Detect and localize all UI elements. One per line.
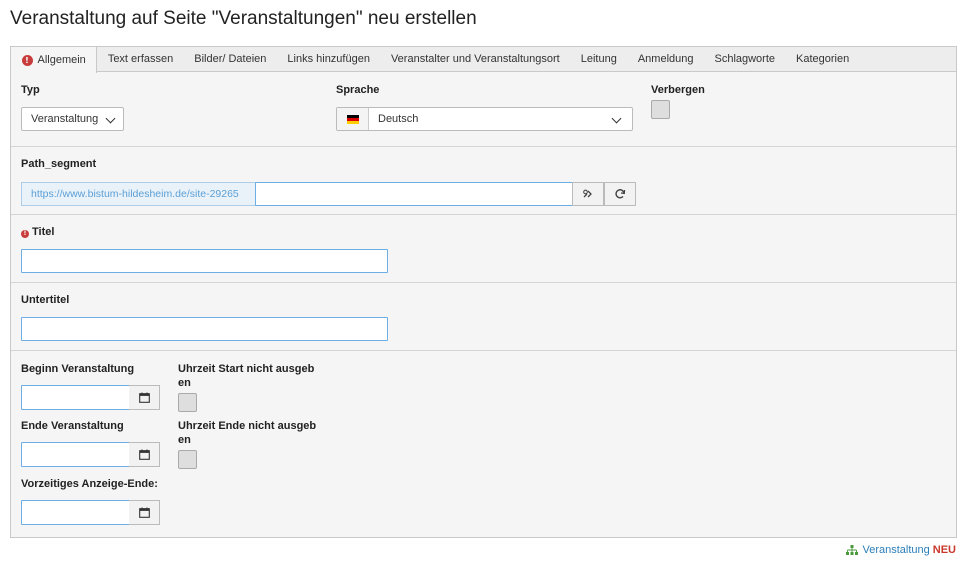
tab-bilder-dateien[interactable]: Bilder/ Dateien	[184, 47, 277, 72]
tab-veranstalter-ort[interactable]: Veranstalter und Veranstaltungsort	[380, 47, 570, 72]
section-general: Typ Veranstaltung Sprache Deutsch Verber…	[11, 73, 956, 147]
edit-link-icon	[583, 189, 592, 198]
anzeige-ende-label: Vorzeitiges Anzeige-Ende:	[21, 478, 158, 490]
beginn-input[interactable]	[21, 385, 130, 410]
beginn-calendar-button[interactable]	[129, 385, 160, 410]
chevron-down-icon	[611, 113, 622, 124]
tab-leitung[interactable]: Leitung	[570, 47, 627, 72]
sprache-label: Sprache	[336, 84, 380, 96]
calendar-icon	[138, 507, 150, 518]
uhrzeit-start-label-line1: Uhrzeit Start nicht ausgeb	[178, 363, 315, 375]
verbergen-label: Verbergen	[651, 84, 705, 96]
uhrzeit-start-label: Uhrzeit Start nicht ausgeb en	[178, 363, 314, 389]
titel-label: ! Titel	[21, 226, 54, 238]
beginn-label: Beginn Veranstaltung	[21, 363, 135, 375]
typ-label: Typ	[21, 84, 40, 96]
anzeige-ende-calendar-button[interactable]	[129, 500, 160, 525]
sitemap-icon	[846, 544, 859, 555]
ende-label: Ende Veranstaltung	[21, 420, 124, 432]
chevron-down-icon	[105, 113, 116, 124]
section-untertitel: Untertitel	[11, 283, 956, 351]
calendar-icon	[138, 392, 150, 403]
uhrzeit-ende-label-line1: Uhrzeit Ende nicht ausgeb	[178, 420, 317, 432]
tab-links-hinzufuegen[interactable]: Links hinzufügen	[277, 47, 381, 72]
uhrzeit-start-label-line2: en	[178, 377, 191, 389]
refresh-icon	[615, 189, 626, 199]
untertitel-input[interactable]	[21, 317, 388, 341]
path-prefix: https://www.bistum-hildesheim.de/site-29…	[21, 182, 256, 206]
edit-path-button[interactable]	[572, 182, 604, 206]
tab-label: Allgemein	[37, 54, 86, 66]
error-icon: !	[21, 54, 33, 66]
typ-value: Veranstaltung	[31, 113, 99, 125]
anzeige-ende-input[interactable]	[21, 500, 130, 525]
uhrzeit-start-checkbox[interactable]	[178, 393, 197, 412]
tab-bar: ! Allgemein Text erfassen Bilder/ Dateie…	[11, 47, 956, 73]
record-state-label: NEU	[932, 544, 956, 556]
section-dates: Beginn Veranstaltung Uhrzeit Start nicht…	[11, 351, 956, 538]
form-panel: ! Allgemein Text erfassen Bilder/ Dateie…	[10, 46, 957, 538]
uhrzeit-ende-checkbox[interactable]	[178, 450, 197, 469]
record-type-label[interactable]: Veranstaltung	[862, 544, 929, 556]
sprache-select[interactable]: Deutsch	[336, 107, 633, 131]
titel-input[interactable]	[21, 249, 388, 273]
section-path-segment: Path_segment https://www.bistum-hildeshe…	[11, 147, 956, 215]
required-error-icon: !	[21, 230, 29, 238]
tab-anmeldung[interactable]: Anmeldung	[627, 47, 704, 72]
tab-allgemein[interactable]: ! Allgemein	[11, 47, 98, 73]
recalculate-path-button[interactable]	[604, 182, 636, 206]
flag-de-icon	[337, 108, 369, 130]
typ-select[interactable]: Veranstaltung	[21, 107, 124, 131]
path-segment-input[interactable]	[255, 182, 573, 206]
sprache-value: Deutsch	[378, 113, 419, 125]
titel-label-text: Titel	[32, 226, 55, 238]
calendar-icon	[138, 449, 150, 460]
tab-text-erfassen[interactable]: Text erfassen	[97, 47, 183, 72]
verbergen-checkbox[interactable]	[651, 100, 670, 119]
ende-calendar-button[interactable]	[129, 442, 160, 467]
uhrzeit-ende-label-line2: en	[178, 434, 191, 446]
tab-kategorien[interactable]: Kategorien	[786, 47, 860, 72]
ende-input[interactable]	[21, 442, 130, 467]
path-segment-label: Path_segment	[21, 158, 97, 170]
page-title: Veranstaltung auf Seite "Veranstaltungen…	[10, 8, 477, 29]
uhrzeit-ende-label: Uhrzeit Ende nicht ausgeb en	[178, 420, 316, 446]
record-type-indicator: Veranstaltung NEU	[846, 544, 956, 556]
section-titel: ! Titel	[11, 215, 956, 283]
untertitel-label: Untertitel	[21, 294, 70, 306]
tab-schlagworte[interactable]: Schlagworte	[704, 47, 786, 72]
